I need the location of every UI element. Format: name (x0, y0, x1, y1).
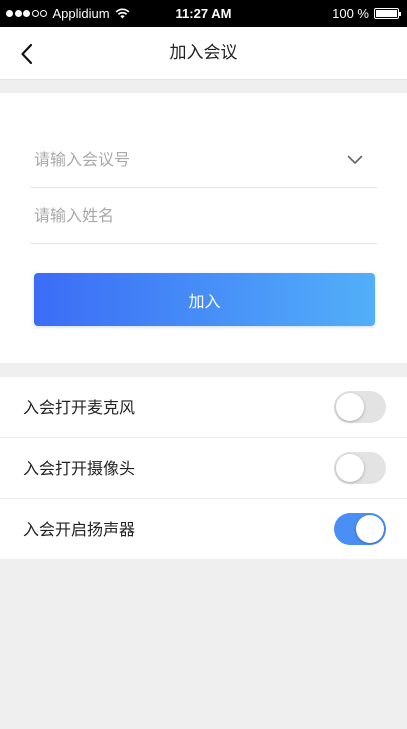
signal-dot (23, 10, 30, 17)
meeting-history-dropdown-button[interactable] (343, 149, 367, 171)
speaker-toggle[interactable] (334, 513, 386, 545)
signal-dot (14, 10, 22, 17)
battery-tip (399, 12, 401, 16)
status-left: Applidium (6, 6, 130, 21)
setting-row-microphone: 入会打开麦克风 (0, 377, 407, 438)
setting-row-speaker: 入会开启扬声器 (0, 499, 407, 559)
back-button[interactable] (4, 27, 48, 80)
setting-label-speaker: 入会开启扬声器 (23, 520, 136, 539)
join-meeting-screen: Applidium 11:27 AM 100 % 加入会议 请输入会议号 请输入… (0, 0, 407, 729)
nav-bar: 加入会议 (0, 27, 407, 80)
battery-percentage: 100 % (332, 6, 369, 21)
setting-label-microphone: 入会打开麦克风 (23, 398, 136, 417)
page-title: 加入会议 (169, 43, 238, 63)
join-settings-list: 入会打开麦克风 入会打开摄像头 入会开启扬声器 (0, 377, 407, 559)
meeting-id-field-row (30, 132, 377, 188)
setting-row-camera: 入会打开摄像头 (0, 438, 407, 499)
signal-strength-icon (6, 10, 49, 17)
join-form: 加入 (0, 93, 407, 363)
carrier-name: Applidium (52, 6, 110, 21)
toggle-knob (356, 515, 384, 543)
chevron-down-icon (347, 155, 363, 164)
camera-toggle[interactable] (334, 452, 386, 484)
name-field-row (30, 188, 377, 244)
toggle-knob (336, 454, 364, 482)
battery-level (376, 10, 397, 17)
join-button[interactable]: 加入 (34, 273, 375, 326)
signal-dot (6, 10, 13, 17)
chevron-left-icon (20, 43, 32, 64)
setting-label-camera: 入会打开摄像头 (23, 459, 136, 478)
name-input[interactable] (34, 188, 334, 243)
battery-icon (374, 8, 401, 19)
status-bar: Applidium 11:27 AM 100 % (0, 0, 407, 27)
status-right: 100 % (332, 6, 401, 21)
toggle-knob (336, 393, 364, 421)
signal-dot (40, 10, 47, 17)
signal-dot (31, 10, 39, 17)
wifi-icon (115, 8, 129, 19)
microphone-toggle[interactable] (334, 391, 386, 423)
meeting-id-input[interactable] (34, 132, 334, 187)
